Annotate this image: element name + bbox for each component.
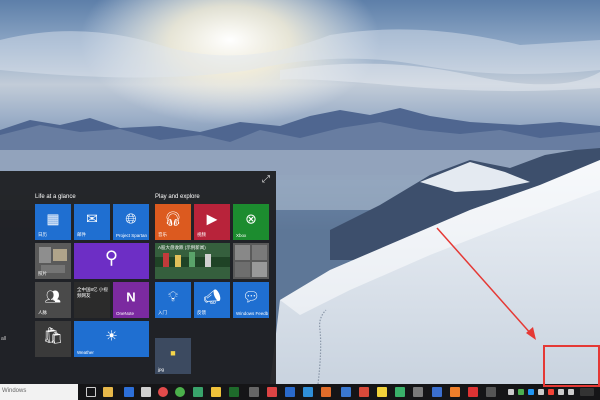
annotation-arrow [436,227,536,340]
annotation-highlight-box [543,345,600,387]
